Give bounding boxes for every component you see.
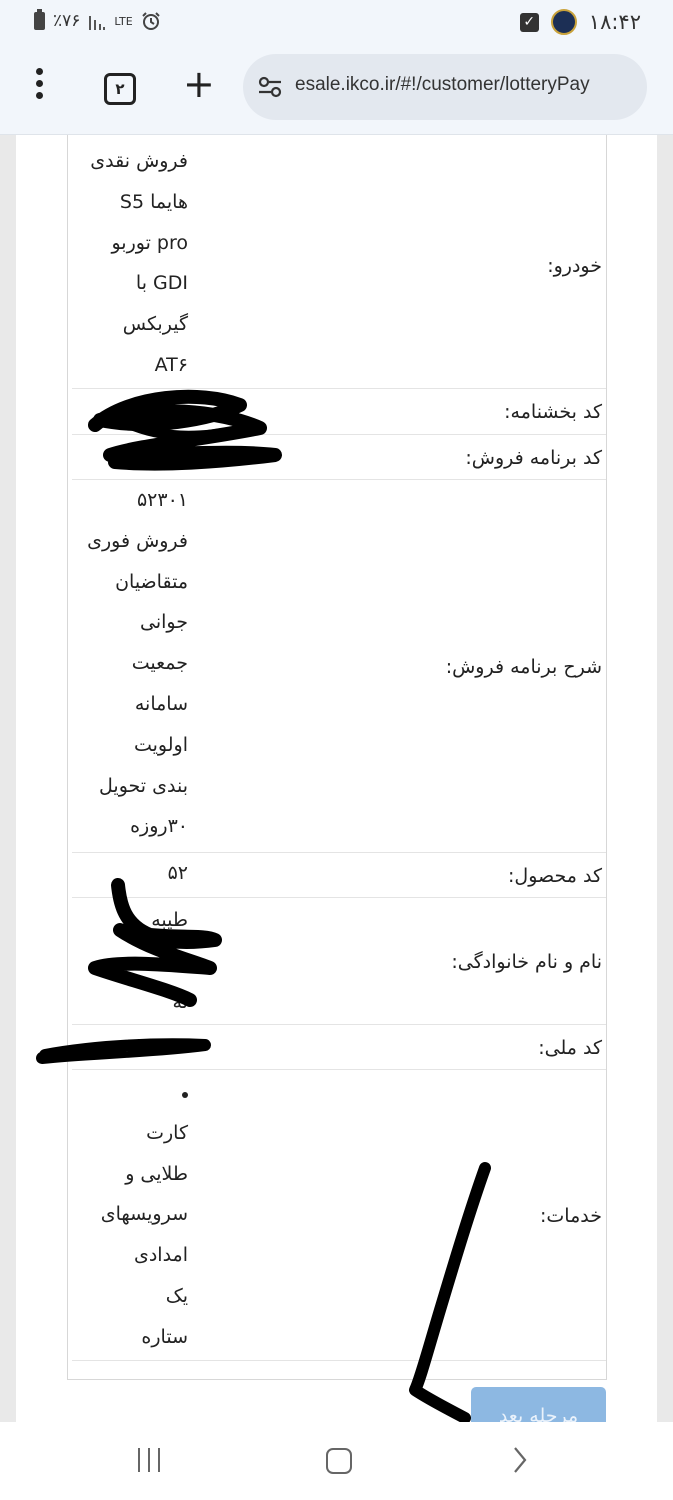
row-value: کارت طلایی و سرویسهای امدادی یک ستاره: [48, 1072, 188, 1358]
signal-icon: [89, 16, 106, 30]
battery-icon: [34, 9, 45, 30]
clock: ۱۸:۴۲: [588, 10, 641, 34]
app-notification-icon: [550, 9, 577, 35]
row-value: طیبه چ نه: [151, 909, 188, 1013]
row-value: ۵۲: [167, 862, 188, 884]
more-options-icon[interactable]: [30, 68, 48, 104]
row-value: ۲۲۲۱۱: [136, 1034, 188, 1056]
row-value: ۴۹۱۱: [147, 401, 188, 423]
page-background: خودرو: فروش نقدی هایما S5 pro توربو GDI با…: [0, 135, 673, 1422]
row-label: نام و نام خانوادگی:: [451, 951, 602, 973]
browser-toolbar: ۲ + esale.ikco.ir/#!/customer/lotteryPay: [0, 46, 673, 135]
network-type: LTE: [114, 14, 133, 28]
system-navigation-bar: [0, 1422, 673, 1500]
row-value: فروش نقدی هایما S5 pro توربو GDI با گیربکس A…: [90, 150, 188, 376]
home-icon[interactable]: [326, 1448, 352, 1474]
row-label: کد محصول:: [508, 865, 602, 887]
row-label: کد ملی:: [538, 1037, 602, 1059]
checkbox-notification-icon: ✓: [519, 12, 539, 32]
row-label: کد بخشنامه:: [504, 401, 602, 423]
table-row-car: خودرو: فروش نقدی هایما S5 pro توربو GDI با…: [72, 135, 606, 389]
row-label: شرح برنامه فروش:: [445, 656, 602, 678]
table-row-services: خدمات: کارت طلایی و سرویسهای امدادی یک ستاره: [72, 1070, 606, 1361]
row-label: خدمات:: [540, 1205, 602, 1227]
status-bar: ٪۷۶ LTE ✓ ۱۸:۴۲: [0, 0, 673, 46]
order-details-table: خودرو: فروش نقدی هایما S5 pro توربو GDI با…: [67, 135, 607, 1380]
new-tab-button[interactable]: +: [183, 64, 215, 104]
recent-apps-icon[interactable]: [138, 1448, 160, 1472]
back-icon[interactable]: [512, 1446, 528, 1474]
row-label: خودرو:: [547, 255, 602, 277]
row-label: کد برنامه فروش:: [465, 447, 602, 469]
address-bar[interactable]: esale.ikco.ir/#!/customer/lotteryPay: [243, 54, 647, 120]
row-value: ۵۳۸۰۲: [136, 446, 188, 468]
bullet-icon: [182, 1092, 188, 1098]
row-value: ۵۲۳۰۱ فروش فوری متقاضیان جوانی جمعیت سامانه …: [87, 489, 188, 838]
url-text: esale.ikco.ir/#!/customer/lotteryPay: [295, 74, 590, 95]
table-row-circular-code: کد بخشنامه: ۴۹۱۱: [72, 389, 606, 435]
table-row-product-code: کد محصول: ۵۲: [72, 853, 606, 898]
table-row-sales-program-code: کد برنامه فروش: ۵۳۸۰۲: [72, 435, 606, 480]
table-row-sales-program-description: شرح برنامه فروش: ۵۲۳۰۱ فروش فوری متقاضیان …: [72, 480, 606, 853]
table-row-full-name: نام و نام خانوادگی: طیبه چ نه: [72, 898, 606, 1025]
tab-switcher-button[interactable]: ۲: [104, 73, 136, 105]
alarm-icon: [141, 12, 160, 30]
battery-level: ٪۷۶: [53, 11, 81, 31]
table-row-national-id: کد ملی: ۲۲۲۱۱: [72, 1025, 606, 1070]
site-settings-icon[interactable]: [257, 74, 283, 100]
